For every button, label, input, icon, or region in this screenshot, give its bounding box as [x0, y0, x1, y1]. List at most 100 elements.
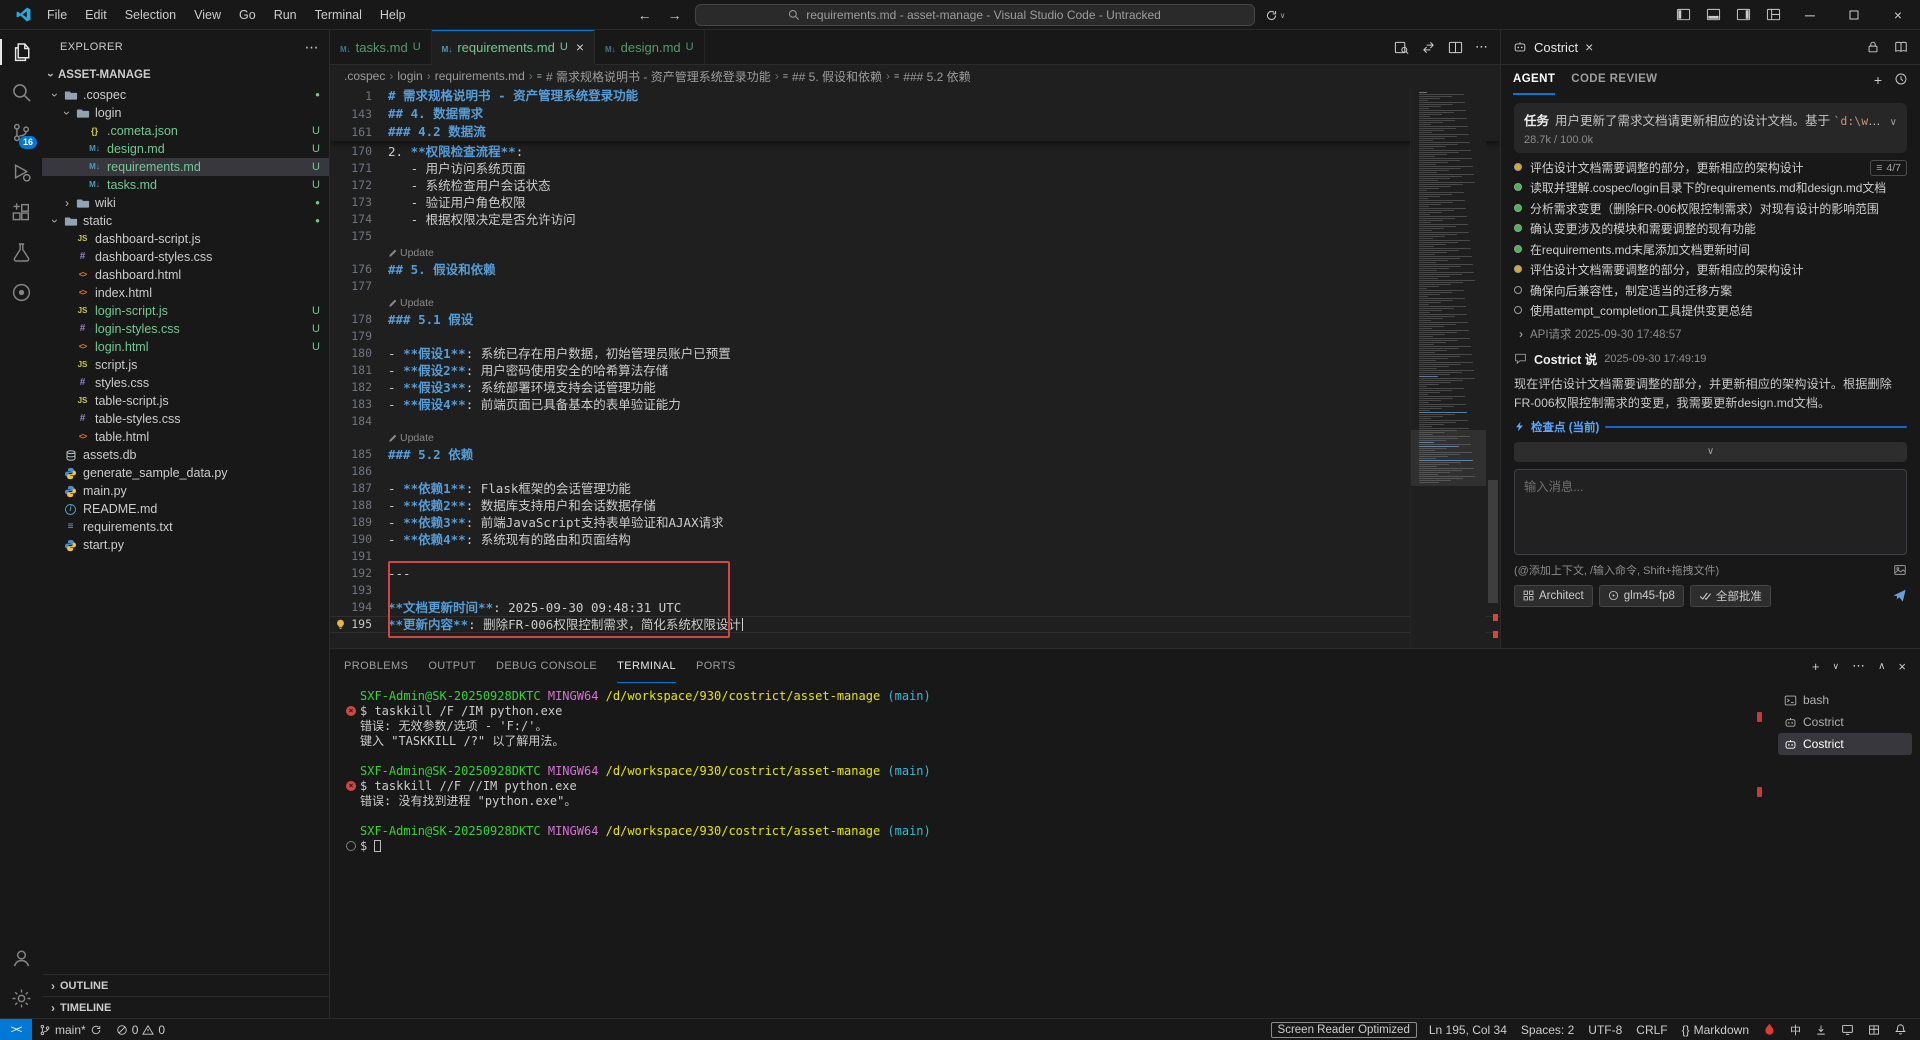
editor-line-187[interactable]: 187- **依赖1**: Flask框架的会话管理功能	[330, 480, 1500, 497]
tree-item-script-js[interactable]: JSscript.js	[42, 356, 329, 374]
lightbulb-icon[interactable]	[335, 619, 346, 630]
editor-line-173[interactable]: 173 - 验证用户角色权限	[330, 194, 1500, 211]
checkpoint-row[interactable]: 检查点 (当前)	[1514, 419, 1907, 435]
download-icon[interactable]	[1808, 1019, 1834, 1040]
editor-line-178[interactable]: 178### 5.1 假设	[330, 311, 1500, 328]
editor-line-195[interactable]: 195**更新内容**: 删除FR-006权限控制需求，简化系统权限设计	[330, 616, 1500, 633]
open-changes-icon[interactable]	[1421, 40, 1436, 55]
chevron-down-icon[interactable]: ∨	[1890, 117, 1897, 128]
editor-line-171[interactable]: 171 - 用户访问系统页面	[330, 160, 1500, 177]
more-actions-icon[interactable]: ⋯	[1852, 658, 1865, 674]
toggle-panel-icon[interactable]	[1698, 0, 1728, 30]
breadcrumb-item[interactable]: .cospec	[344, 69, 385, 83]
table-icon[interactable]	[1861, 1019, 1887, 1040]
more-actions-icon[interactable]: ⋯	[1475, 39, 1488, 55]
menu-view[interactable]: View	[185, 0, 230, 30]
scrollbar-thumb[interactable]	[1488, 480, 1498, 603]
send-button[interactable]	[1892, 588, 1907, 603]
tree-item-table-html[interactable]: <>table.html	[42, 428, 329, 446]
minimap[interactable]	[1410, 87, 1486, 648]
book-icon[interactable]	[1894, 40, 1908, 54]
update-codelens[interactable]: Update	[330, 245, 1500, 261]
indentation-status[interactable]: Spaces: 2	[1514, 1019, 1581, 1040]
editor-line-186[interactable]: 186	[330, 463, 1500, 480]
back-button[interactable]: ←	[635, 7, 655, 23]
close-panel-icon[interactable]: ×	[1898, 659, 1906, 674]
menu-edit[interactable]: Edit	[76, 0, 116, 30]
notifications-bell-icon[interactable]	[1887, 1019, 1914, 1040]
cursor-position-status[interactable]: Ln 195, Col 34	[1422, 1019, 1514, 1040]
menu-selection[interactable]: Selection	[116, 0, 185, 30]
tree-item-requirements-md[interactable]: M↓requirements.mdU	[42, 158, 329, 176]
problems-status[interactable]: 0 0	[109, 1019, 172, 1040]
terminal-profile-chevron-icon[interactable]: ∨	[1832, 661, 1839, 672]
sticky-line-161[interactable]: 161### 4.2 数据流	[330, 123, 1500, 141]
encoding-status[interactable]: UTF-8	[1581, 1019, 1629, 1040]
language-status[interactable]: {}Markdown	[1675, 1019, 1756, 1040]
editor-line-189[interactable]: 189- **依赖3**: 前端JavaScript支持表单验证和AJAX请求	[330, 514, 1500, 531]
editor-line-191[interactable]: 191	[330, 548, 1500, 565]
tree-item-table-script-js[interactable]: JStable-script.js	[42, 392, 329, 410]
attach-image-icon[interactable]	[1893, 563, 1907, 577]
run-debug-icon[interactable]	[0, 152, 42, 192]
editor-line-176[interactable]: 176## 5. 假设和依赖	[330, 261, 1500, 278]
tree-item-cospec[interactable]: ›.cospec●	[42, 86, 329, 104]
close-icon[interactable]: ×	[1585, 39, 1593, 55]
tree-item-tasks-md[interactable]: M↓tasks.mdU	[42, 176, 329, 194]
editor-line-180[interactable]: 180- **假设1**: 系统已存在用户数据，初始管理员账户已预置	[330, 345, 1500, 362]
chat-input-box[interactable]	[1514, 469, 1907, 555]
menu-terminal[interactable]: Terminal	[306, 0, 371, 30]
tree-item-static[interactable]: ›static●	[42, 212, 329, 230]
editor-line-170[interactable]: 1702. **权限检查流程**:	[330, 143, 1500, 160]
api-request-row[interactable]: › API请求 2025-09-30 17:48:57	[1514, 326, 1907, 342]
tree-item-dashboard-styles-css[interactable]: #dashboard-styles.css	[42, 248, 329, 266]
update-codelens[interactable]: Update	[330, 295, 1500, 311]
maximize-panel-icon[interactable]: ∧	[1878, 661, 1885, 672]
mode-selector-button[interactable]: Architect	[1514, 585, 1593, 607]
search-icon[interactable]	[0, 72, 42, 112]
editor-line-183[interactable]: 183- **假设4**: 前端页面已具备基本的表单验证能力	[330, 396, 1500, 413]
costrict-logo-icon[interactable]	[1756, 1019, 1783, 1040]
menu-run[interactable]: Run	[265, 0, 306, 30]
history-icon[interactable]	[1894, 72, 1908, 88]
command-center-search[interactable]: requirements.md - asset-manage - Visual …	[695, 4, 1255, 26]
open-preview-icon[interactable]	[1394, 40, 1409, 55]
project-root-header[interactable]: › ASSET-MANAGE	[42, 64, 329, 86]
breadcrumb-item[interactable]: login	[397, 69, 422, 83]
tree-item-assets-db[interactable]: assets.db	[42, 446, 329, 464]
tree-item-requirements-txt[interactable]: ≡requirements.txt	[42, 518, 329, 536]
chinese-ime-icon[interactable]: 中	[1783, 1019, 1808, 1040]
editor-line-188[interactable]: 188- **依赖2**: 数据库支持用户和会话数据存储	[330, 497, 1500, 514]
close-tab-icon[interactable]: ×	[576, 39, 584, 55]
terminal-session-costrict[interactable]: Costrict	[1778, 733, 1912, 755]
editor-line-175[interactable]: 175	[330, 228, 1500, 245]
panel-tab-ports[interactable]: PORTS	[696, 649, 736, 683]
editor-line-194[interactable]: 194**文档更新时间**: 2025-09-30 09:48:31 UTC	[330, 599, 1500, 616]
editor-line-185[interactable]: 185### 5.2 依赖	[330, 446, 1500, 463]
maximize-button[interactable]	[1832, 0, 1876, 30]
remote-screen-icon[interactable]	[1834, 1019, 1861, 1040]
editor-line-192[interactable]: 192---	[330, 565, 1500, 582]
approve-all-button[interactable]: 全部批准	[1690, 585, 1771, 607]
panel-tab-output[interactable]: OUTPUT	[428, 649, 476, 683]
panel-tab-debug-console[interactable]: DEBUG CONSOLE	[496, 649, 597, 683]
tree-item-index-html[interactable]: <>index.html	[42, 284, 329, 302]
tree-item-design-md[interactable]: M↓design.mdU	[42, 140, 329, 158]
tree-item-login-script-js[interactable]: JSlogin-script.jsU	[42, 302, 329, 320]
account-icon[interactable]	[0, 938, 42, 978]
todo-item[interactable]: 确认变更涉及的模块和需要调整的现有功能	[1514, 221, 1907, 237]
editor-line-174[interactable]: 174 - 根据权限决定是否允许访问	[330, 211, 1500, 228]
editor-line-190[interactable]: 190- **依赖4**: 系统现有的路由和页面结构	[330, 531, 1500, 548]
editor-line-182[interactable]: 182- **假设3**: 系统部署环境支持会话管理功能	[330, 379, 1500, 396]
tab-requirements-md[interactable]: M↓requirements.mdU×	[432, 30, 595, 64]
message-input[interactable]	[1524, 477, 1897, 547]
editor[interactable]: 1# 需求规格说明书 - 资产管理系统登录功能143## 4. 数据需求161#…	[330, 87, 1500, 648]
tree-item-main-py[interactable]: main.py	[42, 482, 329, 500]
menu-file[interactable]: File	[38, 0, 76, 30]
explorer-icon[interactable]	[0, 32, 42, 72]
costrict-extension-icon[interactable]	[0, 272, 42, 312]
editor-line-177[interactable]: 177	[330, 278, 1500, 295]
update-codelens[interactable]: Update	[330, 430, 1500, 446]
editor-line-179[interactable]: 179	[330, 328, 1500, 345]
sticky-line-143[interactable]: 143## 4. 数据需求	[330, 105, 1500, 123]
